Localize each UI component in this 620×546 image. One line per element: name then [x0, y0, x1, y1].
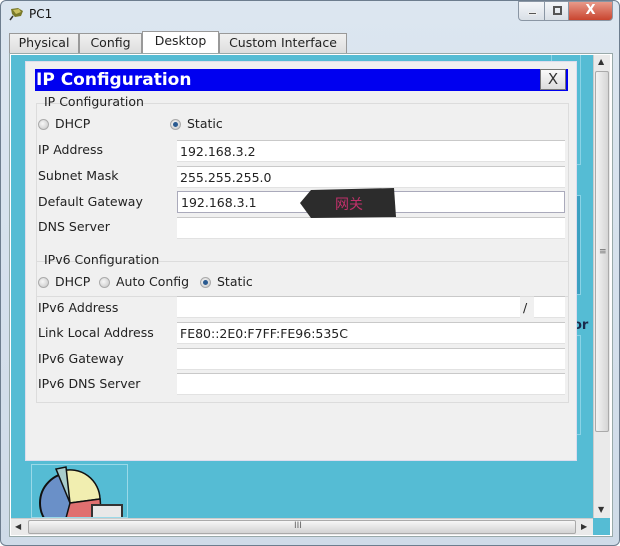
dialog-close-button[interactable]: X — [540, 69, 566, 90]
tab-config[interactable]: Config — [79, 33, 142, 53]
ipv6-dns-server-label: IPv6 DNS Server — [38, 376, 141, 391]
prefix-separator: / — [523, 300, 528, 315]
ip-address-input[interactable]: 192.168.3.2 — [177, 140, 565, 162]
ipv4-static-label[interactable]: Static — [187, 116, 223, 131]
ipv6-static-label[interactable]: Static — [217, 274, 253, 289]
ip-configuration-dialog: IP Configuration X IP Configuration DHCP… — [25, 61, 577, 461]
scroll-up-icon[interactable]: ▲ — [598, 57, 604, 66]
annotation-text: 网关 — [335, 197, 363, 213]
ipv6-gateway-input[interactable] — [177, 348, 565, 370]
ipv6-static-radio[interactable] — [200, 277, 211, 288]
pie-chart-app-icon — [39, 466, 123, 517]
ipv4-dhcp-label[interactable]: DHCP — [55, 116, 90, 131]
dialog-title: IP Configuration — [35, 69, 568, 91]
gateway-annotation-callout: 网关 — [299, 187, 397, 219]
ipv4-static-radio[interactable] — [170, 119, 181, 130]
tab-custom-interface[interactable]: Custom Interface — [219, 33, 347, 53]
ipv6-dhcp-radio[interactable] — [38, 277, 49, 288]
default-gateway-label: Default Gateway — [38, 194, 143, 209]
scrollbar-corner — [593, 518, 610, 535]
scroll-right-icon[interactable]: ▶ — [581, 522, 587, 531]
tab-physical[interactable]: Physical — [9, 33, 79, 53]
horizontal-scrollbar[interactable]: ◀ III ▶ — [11, 518, 593, 535]
pc1-window: PC1 X Physical Config Desktop Custom Int… — [0, 0, 620, 546]
dns-server-label: DNS Server — [38, 219, 110, 234]
ipv4-dhcp-radio[interactable] — [38, 119, 49, 130]
dns-server-input[interactable] — [177, 217, 565, 239]
maximize-icon — [553, 6, 562, 15]
ipv6-group-title: IPv6 Configuration — [44, 252, 160, 267]
grip-icon: III — [294, 521, 302, 531]
ipv4-group-title: IP Configuration — [44, 94, 144, 109]
ipv6-auto-config-label[interactable]: Auto Config — [116, 274, 189, 289]
grip-icon: ≡ — [599, 247, 607, 257]
link-local-address-input[interactable]: FE80::2E0:F7FF:FE96:535C — [177, 322, 565, 344]
ip-address-label: IP Address — [38, 142, 103, 157]
minimize-button[interactable] — [518, 1, 545, 21]
minimize-icon — [528, 12, 537, 15]
close-icon: X — [585, 3, 596, 18]
ipv6-dhcp-label[interactable]: DHCP — [55, 274, 90, 289]
ipv6-gateway-label: IPv6 Gateway — [38, 351, 124, 366]
subnet-mask-input[interactable]: 255.255.255.0 — [177, 166, 565, 188]
close-window-button[interactable]: X — [568, 1, 613, 21]
ipv6-address-input[interactable] — [177, 296, 520, 318]
ipv6-address-label: IPv6 Address — [38, 300, 119, 315]
title-bar[interactable]: PC1 X — [1, 1, 619, 29]
subnet-mask-label: Subnet Mask — [38, 168, 119, 183]
horizontal-scroll-thumb[interactable]: III — [28, 520, 576, 534]
scroll-left-icon[interactable]: ◀ — [15, 522, 21, 531]
vertical-scroll-thumb[interactable]: ≡ — [595, 71, 609, 432]
maximize-button[interactable] — [544, 1, 569, 21]
scroll-down-icon[interactable]: ▼ — [598, 505, 604, 514]
window-title: PC1 — [29, 7, 53, 21]
packet-tracer-pc-icon — [9, 8, 23, 21]
ipv6-dns-server-input[interactable] — [177, 373, 565, 395]
link-local-address-label: Link Local Address — [38, 325, 154, 340]
vertical-scrollbar[interactable]: ▲ ≡ ▼ — [593, 55, 610, 518]
ipv6-prefix-length-input[interactable] — [534, 296, 565, 318]
ipv6-auto-config-radio[interactable] — [99, 277, 110, 288]
pie-app-tile[interactable] — [31, 464, 128, 518]
tab-desktop[interactable]: Desktop — [142, 31, 219, 54]
